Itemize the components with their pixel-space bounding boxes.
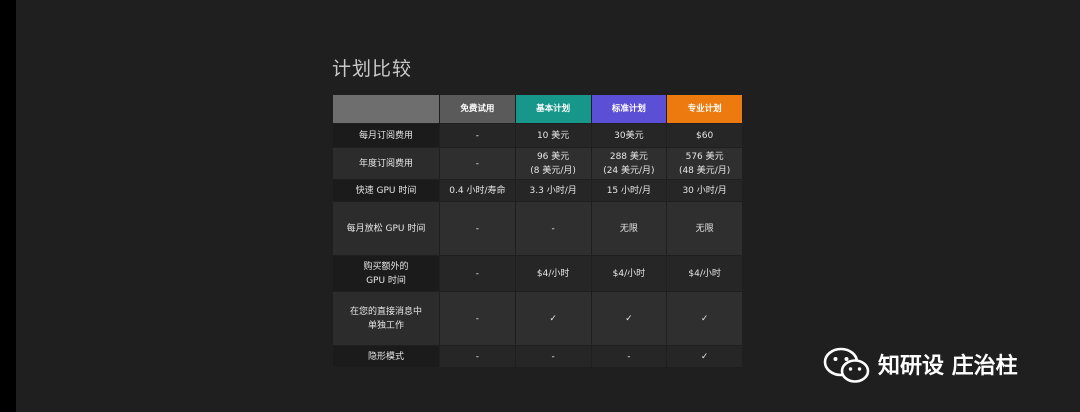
table-cell: - (439, 201, 516, 256)
watermark: 知研设 庄治柱 (822, 344, 1062, 396)
row-label: 购买额外的 GPU 时间 (332, 255, 440, 292)
table-cell: 3.3 小时/月 (514, 179, 592, 202)
table-cell: $4/小时 (666, 255, 743, 292)
table-cell: - (514, 201, 592, 256)
table-cell: - (439, 291, 516, 346)
table-row: 快速 GPU 时间 0.4 小时/寿命 3.3 小时/月 15 小时/月 30 … (332, 179, 743, 202)
row-label: 隐形模式 (332, 345, 440, 368)
header-pro-plan: 专业计划 (666, 94, 743, 124)
table-cell: 288 美元 (24 美元/月) (590, 147, 668, 180)
row-label: 每月放松 GPU 时间 (332, 201, 440, 256)
table-cell: 15 小时/月 (590, 179, 668, 202)
table-cell: - (514, 345, 592, 368)
wechat-icon (823, 347, 870, 383)
header-free-trial: 免费试用 (439, 94, 516, 124)
plan-comparison-table: 免费试用 基本计划 标准计划 专业计划 每月订阅费用 - 10 美元 30美元 … (332, 94, 743, 368)
check-mark: ✓ (514, 291, 592, 346)
table-cell: 96 美元 (8 美元/月) (514, 147, 592, 180)
table-cell: 30 小时/月 (666, 179, 743, 202)
row-label: 在您的直接消息中 单独工作 (332, 291, 440, 346)
table-row: 每月放松 GPU 时间 - - 无限 无限 (332, 201, 743, 256)
table-cell: 无限 (590, 201, 668, 256)
header-corner (332, 94, 440, 124)
table-row: 购买额外的 GPU 时间 - $4/小时 $4/小时 $4/小时 (332, 255, 743, 292)
row-label: 快速 GPU 时间 (332, 179, 440, 202)
table-cell: 无限 (666, 201, 743, 256)
table-cell: - (439, 147, 516, 180)
table-cell: 10 美元 (514, 123, 592, 148)
table-header-row: 免费试用 基本计划 标准计划 专业计划 (332, 94, 743, 124)
table-row: 年度订阅费用 - 96 美元 (8 美元/月) 288 美元 (24 美元/月) 5… (332, 147, 743, 180)
watermark-text: 知研设 庄治柱 (878, 354, 1018, 379)
table-row: 在您的直接消息中 单独工作 - ✓ ✓ ✓ (332, 291, 743, 346)
check-mark: ✓ (666, 345, 743, 368)
table-cell: - (439, 345, 516, 368)
header-standard-plan: 标准计划 (590, 94, 668, 124)
header-basic-plan: 基本计划 (514, 94, 592, 124)
table-cell: $60 (666, 123, 743, 148)
table-cell: - (590, 345, 668, 368)
table-row: 每月订阅费用 - 10 美元 30美元 $60 (332, 123, 743, 148)
table-cell: $4/小时 (514, 255, 592, 292)
table-cell: 576 美元 (48 美元/月) (666, 147, 743, 180)
table-cell: - (439, 255, 516, 292)
table-cell: - (439, 123, 516, 148)
table-cell: $4/小时 (590, 255, 668, 292)
table-row: 隐形模式 - - - ✓ (332, 345, 743, 368)
page-title: 计划比较 (332, 58, 413, 80)
table-cell: 30美元 (590, 123, 668, 148)
check-mark: ✓ (590, 291, 668, 346)
row-label: 每月订阅费用 (332, 123, 440, 148)
check-mark: ✓ (666, 291, 743, 346)
row-label: 年度订阅费用 (332, 147, 440, 180)
table-cell: 0.4 小时/寿命 (439, 179, 516, 202)
